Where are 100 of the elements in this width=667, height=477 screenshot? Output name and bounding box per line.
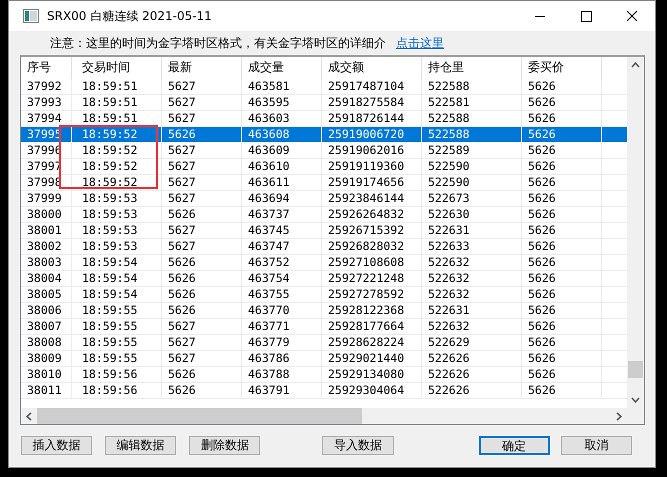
table-cell: 463779	[242, 335, 322, 351]
column-header[interactable]: 成交额	[322, 57, 422, 79]
scrollbar-thumb[interactable]	[37, 408, 362, 424]
column-header[interactable]: 最新	[162, 57, 242, 79]
table-cell: 25928628224	[322, 335, 422, 351]
vertical-scrollbar[interactable]	[627, 57, 644, 408]
table-cell: 522626	[422, 351, 522, 367]
table-cell: 463791	[242, 383, 322, 399]
table-cell: 38002	[21, 239, 72, 255]
table-row[interactable]: 38003 18:59:54 5626 463752 25927108608 522632 5626	[21, 255, 627, 271]
table-row[interactable]: 38002 18:59:53 5627 463747 25926828032 522633 5626	[21, 239, 627, 255]
table-cell: 463737	[242, 207, 322, 223]
table-cell: 463609	[242, 143, 322, 159]
table-cell: 5626	[522, 351, 602, 367]
table-cell: 522673	[422, 191, 522, 207]
table-cell: 463752	[242, 255, 322, 271]
table-cell: 5626	[522, 95, 602, 111]
table-cell: 25927108608	[322, 255, 422, 271]
click-here-link[interactable]: 点击这里	[396, 34, 444, 52]
table-cell: 5626	[162, 303, 242, 319]
table-cell: 5626	[522, 335, 602, 351]
table-cell: 522632	[422, 319, 522, 335]
dialog-button[interactable]: 导入数据	[322, 436, 394, 454]
table-cell: 5627	[162, 143, 242, 159]
table-cell: 25919174656	[322, 175, 422, 191]
table-cell: 18:59:55	[72, 303, 162, 319]
table-cell: 463770	[242, 303, 322, 319]
table-cell: 38006	[21, 303, 72, 319]
table-cell: 38008	[21, 335, 72, 351]
table-row[interactable]: 38004 18:59:54 5626 463754 25927221248 522632 5626	[21, 271, 627, 287]
table-cell: 25929304064	[322, 383, 422, 399]
column-header[interactable]: 序号	[21, 57, 72, 79]
table-cell: 5627	[162, 335, 242, 351]
table-row[interactable]: 38011 18:59:56 5626 463791 25929304064 522626 5626	[21, 383, 627, 399]
table-cell: 5626	[522, 367, 602, 383]
table-cell: 18:59:54	[72, 287, 162, 303]
table-cell: 5626	[522, 239, 602, 255]
table-cell: 18:59:52	[72, 175, 162, 191]
table-cell: 25929021440	[322, 351, 422, 367]
table-cell: 463755	[242, 287, 322, 303]
table-cell: 18:59:53	[72, 239, 162, 255]
table-cell: 5627	[162, 159, 242, 175]
table-cell: 522632	[422, 271, 522, 287]
table-cell: 522626	[422, 383, 522, 399]
table-cell: 5626	[162, 367, 242, 383]
app-icon	[23, 9, 39, 23]
table-cell: 5627	[162, 223, 242, 239]
table-row[interactable]: 38007 18:59:55 5627 463771 25928177664 522632 5626	[21, 319, 627, 335]
table-cell: 18:59:51	[72, 79, 162, 95]
table-row[interactable]: 38000 18:59:53 5626 463737 25926264832 522630 5626	[21, 207, 627, 223]
table-cell: 522589	[422, 143, 522, 159]
table-cell: 5626	[522, 79, 602, 95]
table-row[interactable]: 38005 18:59:54 5626 463755 25927278592 522632 5626	[21, 287, 627, 303]
table-cell: 25917487104	[322, 79, 422, 95]
table-row[interactable]: 38008 18:59:55 5627 463779 25928628224 522629 5626	[21, 335, 627, 351]
table-cell: 463745	[242, 223, 322, 239]
table-cell: 5627	[162, 319, 242, 335]
table-cell: 522588	[422, 79, 522, 95]
table-cell: 25926264832	[322, 207, 422, 223]
table-cell: 5627	[162, 191, 242, 207]
table-row[interactable]: 38009 18:59:55 5627 463786 25929021440 522626 5626	[21, 351, 627, 367]
table-cell: 5626	[162, 271, 242, 287]
table-cell: 38007	[21, 319, 72, 335]
table-row[interactable]: 38010 18:59:56 5626 463788 25929134080 522626 5626	[21, 367, 627, 383]
dialog-button[interactable]: 插入数据	[21, 436, 92, 454]
table-cell: 463694	[242, 191, 322, 207]
table-cell: 5626	[162, 127, 242, 143]
table-cell: 37993	[21, 95, 72, 111]
table-cell: 522590	[422, 159, 522, 175]
column-header[interactable]: 成交量	[242, 57, 322, 79]
table-cell: 5626	[522, 159, 602, 175]
dialog-button[interactable]: 确定	[478, 436, 550, 454]
table-cell: 522630	[422, 207, 522, 223]
column-header[interactable]: 持仓里	[422, 57, 522, 79]
table-cell: 463747	[242, 239, 322, 255]
table-row[interactable]: 37999 18:59:53 5627 463694 25923846144 522673 5626	[21, 191, 627, 207]
table-row[interactable]: 38001 18:59:53 5627 463745 25926715392 522631 5626	[21, 223, 627, 239]
dialog-button[interactable]: 删除数据	[189, 436, 260, 454]
table-row[interactable]: 38006 18:59:55 5626 463770 25928122368 522631 5626	[21, 303, 627, 319]
table-row[interactable]: 37993 18:59:51 5627 463595 25918275584 522581 5626	[21, 95, 627, 111]
table-cell: 18:59:54	[72, 271, 162, 287]
dialog-button[interactable]: 编辑数据	[105, 436, 176, 454]
table-cell: 5627	[162, 351, 242, 367]
table-cell: 37992	[21, 79, 72, 95]
column-header[interactable]: 交易时间	[72, 57, 162, 79]
table-cell: 463771	[242, 319, 322, 335]
table-cell: 522631	[422, 303, 522, 319]
table-cell: 18:59:55	[72, 351, 162, 367]
scrollbar-thumb[interactable]	[628, 361, 643, 378]
table-cell: 5626	[522, 143, 602, 159]
table-cell: 18:59:51	[72, 95, 162, 111]
table-cell: 522629	[422, 335, 522, 351]
table-cell: 522632	[422, 287, 522, 303]
column-header[interactable]: 委买价	[522, 57, 602, 79]
table-cell: 37999	[21, 191, 72, 207]
table-cell: 18:59:55	[72, 335, 162, 351]
table-cell: 5626	[522, 303, 602, 319]
table-row[interactable]: 37992 18:59:51 5627 463581 25917487104 522588 5626	[21, 79, 627, 95]
dialog-button[interactable]: 取消	[560, 436, 632, 454]
table-cell: 5626	[522, 319, 602, 335]
